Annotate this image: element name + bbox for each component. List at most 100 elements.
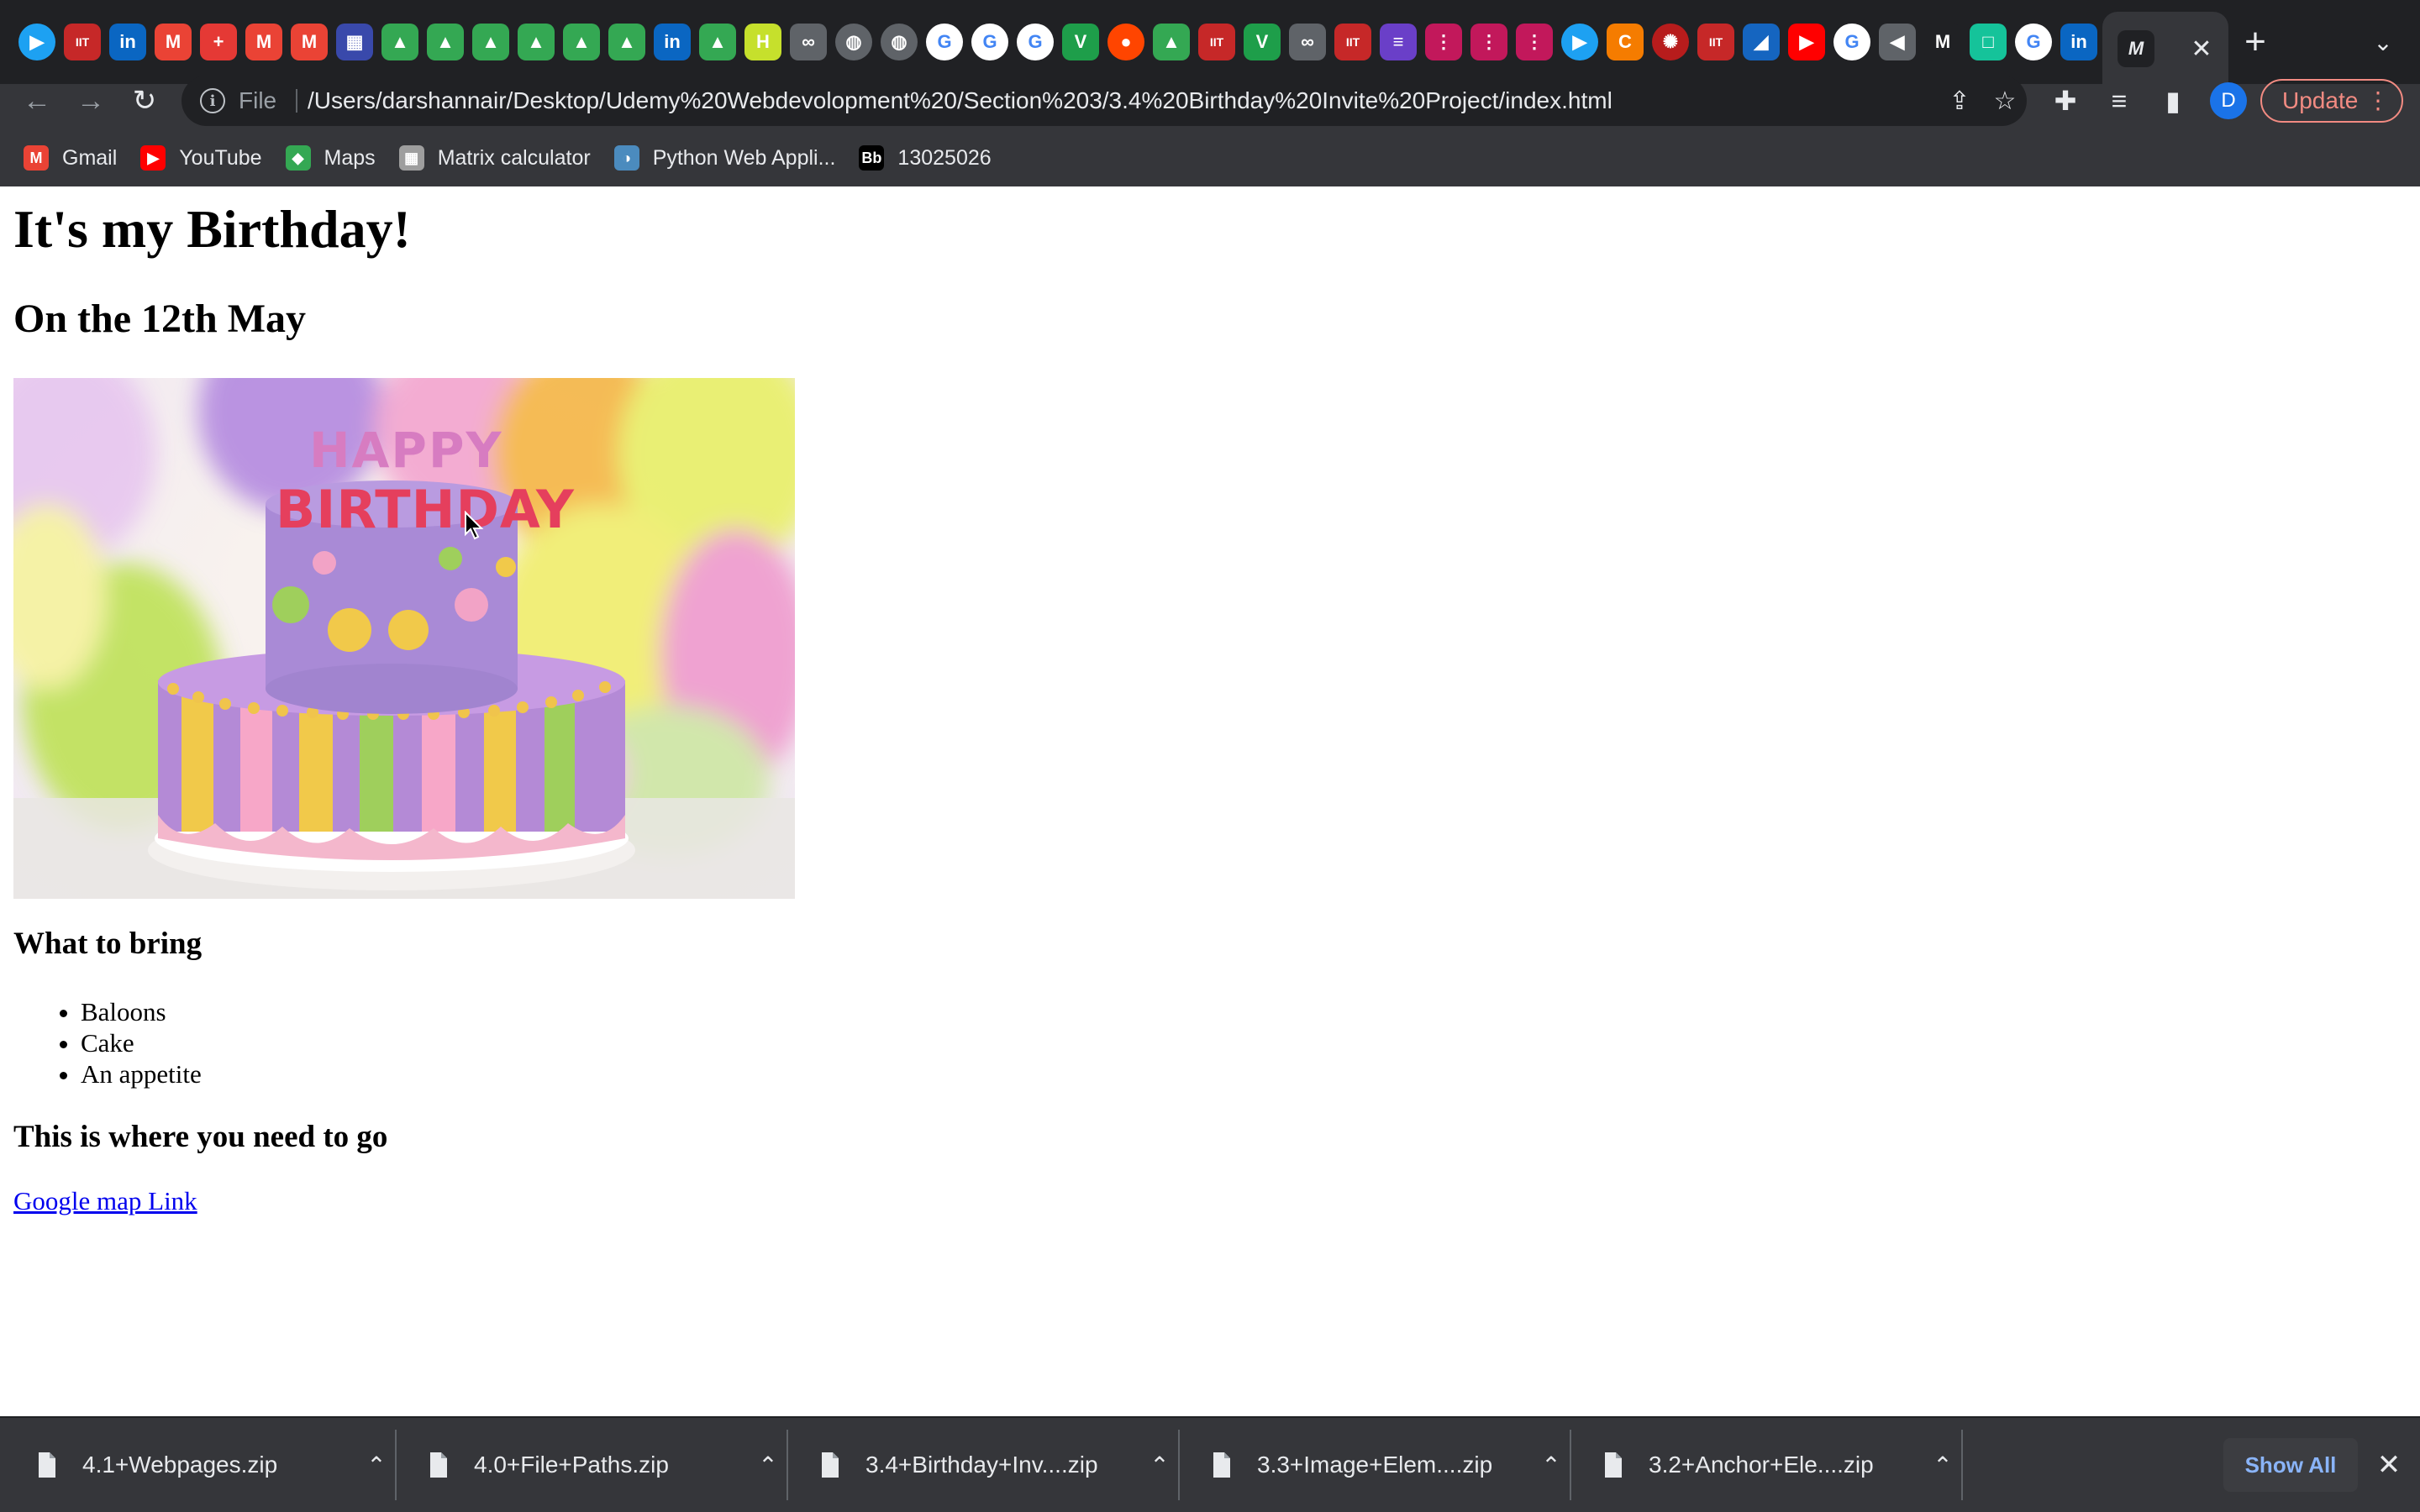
- google-icon[interactable]: G: [1017, 24, 1054, 60]
- bookmark-item[interactable]: M Gmail: [24, 145, 117, 171]
- python-icon: ◑: [613, 145, 639, 171]
- drive-icon[interactable]: ▲: [427, 24, 464, 60]
- list-icon[interactable]: ≡: [1380, 24, 1417, 60]
- bookmark-star-icon[interactable]: ☆: [1983, 76, 2027, 126]
- bring-list: Baloons Cake An appetite: [13, 996, 202, 1089]
- back-button[interactable]: ←: [13, 76, 60, 126]
- active-tab[interactable]: M ✕: [2102, 12, 2228, 84]
- download-filename: 4.0+File+Paths.zip: [474, 1452, 669, 1478]
- drive-icon[interactable]: ▲: [608, 24, 645, 60]
- dotted-list-icon[interactable]: ⋮: [1425, 24, 1462, 60]
- c-icon[interactable]: C: [1607, 24, 1644, 60]
- google-icon[interactable]: G: [926, 24, 963, 60]
- share-icon[interactable]: ⇪: [1938, 76, 1981, 126]
- drive-icon[interactable]: ▲: [381, 24, 418, 60]
- side-panel-icon[interactable]: ▮: [2149, 76, 2196, 126]
- download-item[interactable]: 4.0+File+Paths.zip ⌃: [392, 1418, 785, 1512]
- download-item[interactable]: 3.4+Birthday+Inv....zip ⌃: [783, 1418, 1176, 1512]
- bookmark-item[interactable]: ◆ Maps: [285, 145, 376, 171]
- link-icon[interactable]: ∞: [790, 24, 827, 60]
- profile-avatar[interactable]: D: [2210, 82, 2247, 119]
- chevron-up-icon[interactable]: ⌃: [360, 1452, 393, 1479]
- media-control-icon[interactable]: ≡: [2096, 76, 2143, 126]
- download-item[interactable]: 3.3+Image+Elem....zip ⌃: [1175, 1418, 1568, 1512]
- chevron-up-icon[interactable]: ⌃: [1534, 1452, 1568, 1479]
- bookmark-item[interactable]: ▦ Matrix calculator: [398, 145, 591, 171]
- youtube-icon[interactable]: ▶: [1788, 24, 1825, 60]
- bookmark-label: Maps: [324, 145, 376, 170]
- calendar-icon[interactable]: ▦: [336, 24, 373, 60]
- dotted-list-icon[interactable]: ⋮: [1516, 24, 1553, 60]
- birthday-cake-image: HAPPY BIRTHDAY: [13, 378, 795, 899]
- drive-icon[interactable]: ▲: [563, 24, 600, 60]
- file-icon: [1605, 1452, 1622, 1478]
- globe-icon[interactable]: ◍: [835, 24, 872, 60]
- web-page: It's my Birthday! On the 12th May HAPPY …: [0, 186, 2420, 1416]
- update-button[interactable]: Update ⋮: [2260, 79, 2403, 123]
- iit-icon[interactable]: IIT: [1198, 24, 1235, 60]
- menu-icon[interactable]: ⋮: [2366, 81, 2390, 121]
- bookmark-label: Gmail: [62, 145, 118, 170]
- play-icon[interactable]: ▶: [1561, 24, 1598, 60]
- blackboard-icon: Bb: [859, 145, 885, 171]
- iit-icon[interactable]: IIT: [64, 24, 101, 60]
- google-map-link[interactable]: Google map Link: [13, 1186, 197, 1216]
- tv-icon[interactable]: V: [1062, 24, 1099, 60]
- flag-icon[interactable]: ◢: [1743, 24, 1780, 60]
- reload-button[interactable]: ↻: [121, 76, 168, 126]
- globe-icon[interactable]: ◍: [881, 24, 918, 60]
- linkedin-icon[interactable]: in: [109, 24, 146, 60]
- tab-search-icon[interactable]: ⌄: [2363, 22, 2403, 62]
- bookmark-item[interactable]: ▶ YouTube: [140, 145, 262, 171]
- happy-candle-text: HAPPY: [309, 422, 503, 479]
- gmail-icon[interactable]: M: [291, 24, 328, 60]
- gmail-icon[interactable]: M: [155, 24, 192, 60]
- download-item[interactable]: 4.1+Webpages.zip ⌃: [0, 1418, 393, 1512]
- close-download-bar-icon[interactable]: ✕: [2368, 1441, 2410, 1488]
- h-icon[interactable]: H: [744, 24, 781, 60]
- bookmark-item[interactable]: Bb 13025026: [859, 145, 992, 171]
- drive-icon[interactable]: ▲: [699, 24, 736, 60]
- linkedin-icon[interactable]: in: [2060, 24, 2097, 60]
- play-icon[interactable]: ▶: [18, 24, 55, 60]
- dotted-list-icon[interactable]: ⋮: [1470, 24, 1507, 60]
- gmail-icon[interactable]: M: [245, 24, 282, 60]
- speaker-icon[interactable]: ◀: [1879, 24, 1916, 60]
- chevron-up-icon[interactable]: ⌃: [751, 1452, 785, 1479]
- file-icon: [430, 1452, 447, 1478]
- close-tab-icon[interactable]: ✕: [2183, 30, 2220, 67]
- reddit-icon[interactable]: ●: [1107, 24, 1144, 60]
- extensions-icon[interactable]: ✚: [2042, 76, 2089, 126]
- swiss-cross-icon[interactable]: +: [200, 24, 237, 60]
- bookmark-item[interactable]: ◑ Python Web Appli...: [613, 145, 835, 171]
- new-tab-button[interactable]: +: [2232, 18, 2279, 66]
- chevron-up-icon[interactable]: ⌃: [1926, 1452, 1960, 1479]
- show-all-button[interactable]: Show All: [2223, 1438, 2358, 1492]
- gear-red-icon[interactable]: ✺: [1652, 24, 1689, 60]
- url-text[interactable]: /Users/darshannair/Desktop/Udemy%20Webde…: [308, 76, 1612, 126]
- grammarly-icon[interactable]: □: [1970, 24, 2007, 60]
- youtube-icon: ▶: [140, 145, 166, 171]
- drive-icon[interactable]: ▲: [1153, 24, 1190, 60]
- mouse-cursor-icon: [465, 511, 484, 540]
- forward-button[interactable]: →: [67, 76, 114, 126]
- address-bar[interactable]: i File /Users/darshannair/Desktop/Udemy%…: [182, 76, 2027, 126]
- google-icon[interactable]: G: [1833, 24, 1870, 60]
- medium-icon[interactable]: M: [1924, 24, 1961, 60]
- drive-icon[interactable]: ▲: [472, 24, 509, 60]
- tv-icon[interactable]: V: [1244, 24, 1281, 60]
- location-heading: This is where you need to go: [13, 1120, 388, 1154]
- iit-icon[interactable]: IIT: [1334, 24, 1371, 60]
- google-icon[interactable]: G: [971, 24, 1008, 60]
- list-item: Baloons: [81, 996, 202, 1027]
- download-item[interactable]: 3.2+Anchor+Ele....zip ⌃: [1566, 1418, 1960, 1512]
- linkedin-icon[interactable]: in: [654, 24, 691, 60]
- info-icon[interactable]: i: [200, 88, 225, 113]
- link-icon[interactable]: ∞: [1289, 24, 1326, 60]
- iit-icon[interactable]: IIT: [1697, 24, 1734, 60]
- google-icon[interactable]: G: [2015, 24, 2052, 60]
- download-filename: 4.1+Webpages.zip: [82, 1452, 278, 1478]
- drive-icon[interactable]: ▲: [518, 24, 555, 60]
- file-icon: [822, 1452, 839, 1478]
- chevron-up-icon[interactable]: ⌃: [1143, 1452, 1176, 1479]
